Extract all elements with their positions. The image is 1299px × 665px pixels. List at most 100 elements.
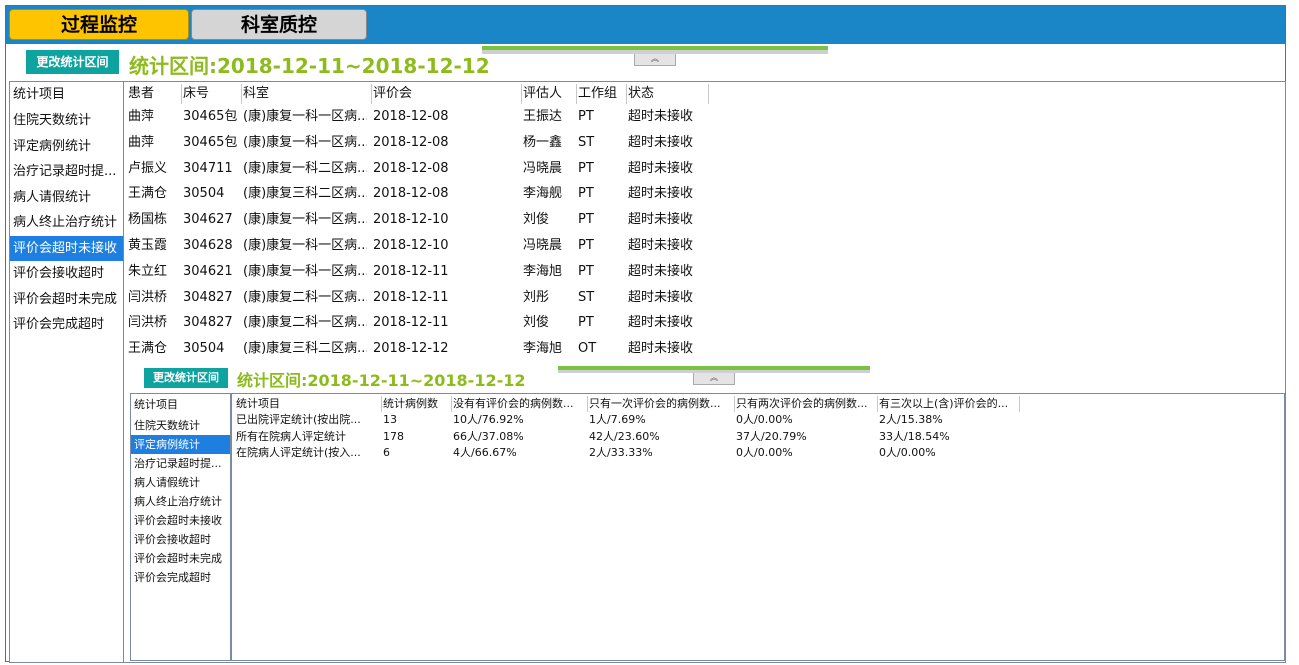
evaluation-table-cell: 超时未接收	[628, 109, 694, 124]
evaluation-table-column-header[interactable]: 评估人	[523, 84, 577, 104]
evaluation-table-cell: 卢振义	[128, 160, 168, 176]
evaluation-table-cell: 2018-12-10	[373, 212, 449, 228]
case-stats-table-cell: 13	[383, 413, 397, 426]
stat-list-item[interactable]: 评价会完成超时	[10, 312, 123, 338]
stat-list-nested-item[interactable]: 评定病例统计	[131, 435, 230, 454]
stat-list-item[interactable]: 评价会超时未完成	[10, 287, 123, 313]
evaluation-table-cell: (康)康复一科一区病...	[243, 212, 367, 228]
evaluation-table-row[interactable]: 曲萍 30465包 (康)康复一科一区病... 2018-12-08 王振达 PT 超时未接…	[128, 104, 1278, 130]
evaluation-table-header-row: 患者 床号 科室 评价会 评估人 工作组 状态	[128, 84, 1278, 104]
stat-list-nested-item[interactable]: 住院天数统计	[131, 416, 230, 435]
case-stats-table-cell: 已出院评定统计(按出院...	[236, 413, 361, 426]
evaluation-table-column-header[interactable]: 患者	[128, 84, 182, 104]
case-stats-table-cell: 0人/0.00%	[879, 446, 936, 459]
evaluation-table-row[interactable]: 杨国栋 304627 (康)康复一科一区病... 2018-12-10 刘俊 PT 超时未接…	[128, 207, 1278, 233]
evaluation-table-row[interactable]: 闫洪桥 304827 (康)康复二科一区病... 2018-12-11 刘彤 ST 超时未接…	[128, 285, 1278, 311]
case-stats-table-cell: 10人/76.92%	[453, 413, 524, 426]
evaluation-table-cell: 30504	[183, 186, 225, 202]
evaluation-table-cell: PT	[578, 237, 594, 253]
case-stats-table-row[interactable]: 在院病人评定统计(按入... 6 4人/66.67% 2人/33.33% 0人/0.00…	[236, 445, 1276, 462]
collapse-up-icon[interactable]: ︽	[634, 54, 676, 66]
evaluation-table-row[interactable]: 曲萍 30465包 (康)康复一科一区病... 2018-12-08 杨一鑫 ST 超时未接…	[128, 130, 1278, 156]
stat-list-item[interactable]: 住院天数统计	[10, 108, 123, 134]
evaluation-table-cell: 2018-12-08	[373, 109, 449, 124]
evaluation-table-cell: 2018-12-11	[373, 315, 449, 331]
evaluation-table-cell: 超时未接收	[628, 315, 694, 331]
case-stats-table-cell: 33人/18.54%	[879, 429, 950, 443]
top-tab-bar: 过程监控 科室质控	[6, 6, 1285, 44]
stat-list-item[interactable]: 病人请假统计	[10, 185, 123, 211]
evaluation-table-column-header[interactable]: 工作组	[578, 84, 627, 104]
stat-list-item[interactable]: 治疗记录超时提...	[10, 159, 123, 185]
evaluation-table-cell: 冯晓晨	[523, 237, 563, 253]
evaluation-table-cell: 304628	[183, 237, 233, 253]
evaluation-table-cell: 刘彤	[523, 289, 550, 305]
case-stats-table-column-header[interactable]: 只有两次评价会的病例数...	[736, 396, 878, 412]
evaluation-table-cell: 闫洪桥	[128, 315, 168, 331]
case-stats-table-column-header[interactable]: 统计病例数	[383, 396, 452, 412]
case-stats-table-row[interactable]: 已出院评定统计(按出院... 13 10人/76.92% 1人/7.69% 0人/0.0…	[236, 412, 1276, 429]
stat-list-nested-item[interactable]: 治疗记录超时提...	[131, 454, 230, 473]
case-stats-table-row[interactable]: 所有在院病人评定统计 178 66人/37.08% 42人/23.60% 37人/20.…	[236, 429, 1276, 446]
change-range-button-nested[interactable]: 更改统计区间	[144, 368, 228, 388]
stat-list-nested-item[interactable]: 评价会超时未接收	[131, 511, 230, 530]
evaluation-table-cell: PT	[578, 186, 594, 202]
stat-list-header-nested: 统计项目	[134, 398, 178, 411]
evaluation-table-cell: 超时未接收	[628, 134, 694, 150]
evaluation-table-cell: 2018-12-11	[373, 263, 449, 279]
collapse-up-icon-nested[interactable]: ︽	[693, 373, 735, 385]
stat-list-nested-item[interactable]: 病人终止治疗统计	[131, 492, 230, 511]
evaluation-table-cell: (康)康复二科一区病...	[243, 289, 367, 305]
evaluation-table-cell: 黄玉霞	[128, 237, 168, 253]
case-stats-table-column-header[interactable]: 没有有评价会的病例数...	[453, 396, 588, 412]
stat-list-nested-item[interactable]: 评价会完成超时	[131, 568, 230, 587]
stat-list-nested-item[interactable]: 病人请假统计	[131, 473, 230, 492]
collapse-handle-nested[interactable]: ︽	[558, 366, 870, 388]
app-window: 过程监控 科室质控 更改统计区间 统计区间:2018-12-11~2018-12…	[5, 5, 1286, 663]
evaluation-table-row[interactable]: 王满仓 30504 (康)康复三科二区病... 2018-12-08 李海舰 PT 超时未接…	[128, 181, 1278, 207]
tab-process-monitoring[interactable]: 过程监控	[9, 9, 189, 40]
evaluation-table-cell: 30465包	[183, 134, 237, 150]
change-range-button[interactable]: 更改统计区间	[26, 50, 119, 74]
evaluation-table: 患者 床号 科室 评价会 评估人 工作组 状态曲萍 30465包 (康)康复一科一区病... 20…	[128, 84, 1278, 369]
evaluation-table-column-header[interactable]: 床号	[183, 84, 242, 104]
evaluation-table-cell: PT	[578, 212, 594, 228]
case-stats-table-column-header[interactable]: 统计项目	[236, 396, 382, 412]
evaluation-table-cell: 2018-12-12	[373, 341, 449, 357]
tab-department-qc[interactable]: 科室质控	[191, 9, 367, 40]
evaluation-table-cell: (康)康复一科一区病...	[243, 109, 367, 124]
range-text: 统计区间:2018-12-11~2018-12-12	[129, 54, 490, 78]
evaluation-table-column-header[interactable]: 状态	[628, 84, 709, 104]
evaluation-table-cell: PT	[578, 160, 594, 176]
stat-list-item[interactable]: 评定病例统计	[10, 134, 123, 160]
evaluation-table-row[interactable]: 黄玉霞 304628 (康)康复一科一区病... 2018-12-10 冯晓晨 PT 超时未…	[128, 233, 1278, 259]
collapse-handle[interactable]: ︽	[482, 46, 828, 70]
stat-list-item[interactable]: 评价会接收超时	[10, 261, 123, 287]
stat-list-nested-item[interactable]: 评价会超时未完成	[131, 549, 230, 568]
evaluation-table-cell: 304827	[183, 289, 233, 305]
evaluation-table-cell: (康)康复一科二区病...	[243, 160, 367, 176]
evaluation-table-row[interactable]: 王满仓 30504 (康)康复三科二区病... 2018-12-12 李海旭 OT 超时未接…	[128, 336, 1278, 362]
evaluation-table-cell: 刘俊	[523, 315, 550, 331]
stat-list-nested-item[interactable]: 评价会接收超时	[131, 530, 230, 549]
case-stats-table-cell: 0人/0.00%	[736, 413, 793, 426]
evaluation-table-cell: 30504	[183, 341, 225, 357]
case-stats-table-cell: 178	[383, 429, 404, 443]
evaluation-table-cell: PT	[578, 263, 594, 279]
stat-list-header: 统计项目	[13, 87, 66, 102]
stat-list-item[interactable]: 病人终止治疗统计	[10, 210, 123, 236]
evaluation-table-cell: (康)康复三科二区病...	[243, 341, 367, 357]
evaluation-table-cell: 超时未接收	[628, 341, 694, 357]
evaluation-table-row[interactable]: 朱立红 304621 (康)康复一科一区病... 2018-12-11 李海旭 PT 超时未…	[128, 259, 1278, 285]
evaluation-table-row[interactable]: 卢振义 304711 (康)康复一科二区病... 2018-12-08 冯晓晨 PT 超时未…	[128, 156, 1278, 182]
stat-list-panel: 统计项目 住院天数统计 评定病例统计 治疗记录超时提... 病人请假统计 病人终止治疗统…	[9, 81, 124, 663]
evaluation-table-column-header[interactable]: 评价会	[373, 84, 522, 104]
case-stats-table-column-header[interactable]: 只有一次评价会的病例数...	[589, 396, 735, 412]
evaluation-table-row[interactable]: 闫洪桥 304827 (康)康复二科一区病... 2018-12-11 刘俊 PT 超时未接…	[128, 310, 1278, 336]
stat-list-item[interactable]: 评价会超时未接收	[10, 235, 123, 261]
evaluation-table-cell: 2018-12-10	[373, 237, 449, 253]
evaluation-table-column-header[interactable]: 科室	[243, 84, 372, 104]
evaluation-table-cell: 杨一鑫	[523, 134, 563, 150]
evaluation-table-cell: 超时未接收	[628, 263, 694, 279]
case-stats-table-column-header[interactable]: 有三次以上(含)评价会的...	[879, 396, 1020, 412]
